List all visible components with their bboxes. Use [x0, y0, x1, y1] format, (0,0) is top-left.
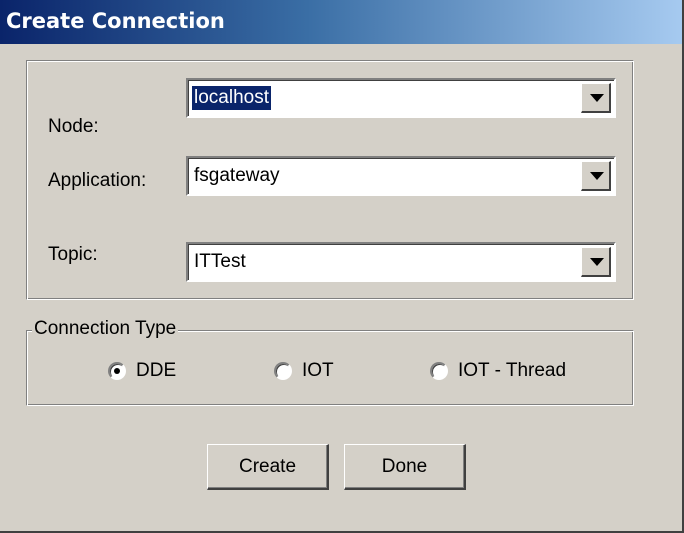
radio-iot[interactable]: IOT	[274, 358, 334, 384]
window-title: Create Connection	[6, 9, 225, 33]
chevron-down-icon	[590, 258, 604, 266]
node-combobox[interactable]: localhost	[186, 78, 616, 118]
application-dropdown-button[interactable]	[581, 161, 611, 191]
connection-type-legend: Connection Type	[32, 318, 179, 340]
radio-button-icon[interactable]	[430, 362, 448, 380]
radio-selected-dot	[114, 368, 120, 374]
topic-label: Topic:	[48, 244, 98, 265]
title-bar[interactable]: Create Connection	[0, 0, 682, 44]
node-label: Node:	[48, 116, 99, 137]
create-connection-dialog: Create Connection Node: localhost Applic…	[0, 0, 684, 533]
radio-button-icon[interactable]	[274, 362, 292, 380]
application-value[interactable]: fsgateway	[192, 164, 282, 188]
application-combobox[interactable]: fsgateway	[186, 156, 616, 196]
node-value[interactable]: localhost	[192, 86, 271, 110]
done-button[interactable]: Done	[344, 444, 466, 490]
radio-dde[interactable]: DDE	[108, 358, 176, 384]
topic-dropdown-button[interactable]	[581, 247, 611, 277]
radio-iot-thread[interactable]: IOT - Thread	[430, 358, 566, 384]
create-button[interactable]: Create	[207, 444, 329, 490]
radio-iot-label[interactable]: IOT	[302, 360, 334, 382]
application-label: Application:	[48, 170, 147, 191]
topic-value[interactable]: ITTest	[192, 250, 248, 274]
radio-button-icon[interactable]	[108, 362, 126, 380]
chevron-down-icon	[590, 172, 604, 180]
node-dropdown-button[interactable]	[581, 83, 611, 113]
topic-combobox[interactable]: ITTest	[186, 242, 616, 282]
radio-iot-thread-label[interactable]: IOT - Thread	[458, 360, 566, 382]
chevron-down-icon	[590, 94, 604, 102]
radio-dde-label[interactable]: DDE	[136, 360, 176, 382]
